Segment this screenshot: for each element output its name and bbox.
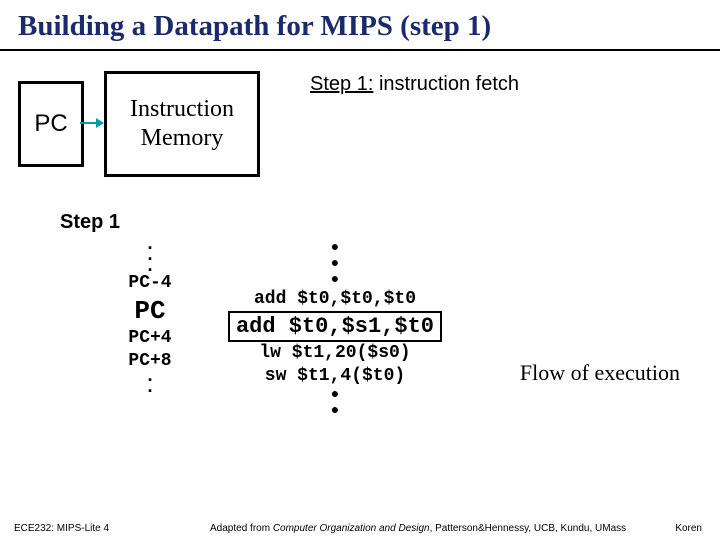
footer-suffix: , Patterson&Hennessy, UCB, Kundu, UMass bbox=[430, 523, 627, 534]
step-header: Step 1 bbox=[60, 211, 720, 234]
ellipsis-dot: ● bbox=[205, 272, 465, 288]
footer-right: Koren bbox=[675, 523, 702, 534]
instruction-column: ● ● ● add $t0,$t0,$t0 add $t0,$s1,$t0 lw… bbox=[205, 240, 465, 419]
instruction-row: sw $t1,4($t0) bbox=[205, 365, 465, 388]
pc-label: PC+4 bbox=[115, 327, 185, 350]
arrow-icon bbox=[80, 117, 104, 129]
ellipsis-dot: . bbox=[115, 383, 185, 394]
ellipsis-dot: ● bbox=[205, 256, 465, 272]
ellipsis-dot: ● bbox=[205, 403, 465, 419]
slide-title: Building a Datapath for MIPS (step 1) bbox=[0, 0, 720, 51]
highlight-box: add $t0,$s1,$t0 bbox=[228, 311, 442, 343]
footer-prefix: Adapted from bbox=[210, 523, 273, 534]
step-text: instruction fetch bbox=[379, 73, 519, 95]
pc-label: PC-4 bbox=[115, 272, 185, 295]
program-listing: . . . PC-4 PC PC+4 PC+8 . . ● ● ● add $t… bbox=[0, 234, 720, 474]
instruction-current: add $t0,$s1,$t0 bbox=[205, 311, 465, 343]
pc-current: PC bbox=[115, 295, 185, 328]
instruction-row: lw $t1,20($s0) bbox=[205, 342, 465, 365]
instruction-row: add $t0,$t0,$t0 bbox=[205, 288, 465, 311]
flow-of-execution-label: Flow of execution bbox=[520, 360, 680, 386]
step-caption: Step 1: instruction fetch bbox=[310, 73, 519, 96]
footer-book-title: Computer Organization and Design bbox=[273, 523, 430, 534]
ellipsis-dot: ● bbox=[205, 387, 465, 403]
ellipsis-dot: . bbox=[115, 262, 185, 273]
footer-attribution: Adapted from Computer Organization and D… bbox=[210, 523, 626, 534]
instruction-memory-block: Instruction Memory bbox=[104, 71, 260, 177]
pc-column: . . . PC-4 PC PC+4 PC+8 . . bbox=[115, 240, 185, 394]
pc-block: PC bbox=[18, 81, 84, 167]
step-prefix: Step 1: bbox=[310, 73, 373, 95]
datapath-diagram: PC Instruction Memory Step 1: instructio… bbox=[0, 51, 720, 201]
ellipsis-dot: ● bbox=[205, 240, 465, 256]
footer-left: ECE232: MIPS-Lite 4 bbox=[14, 523, 109, 534]
